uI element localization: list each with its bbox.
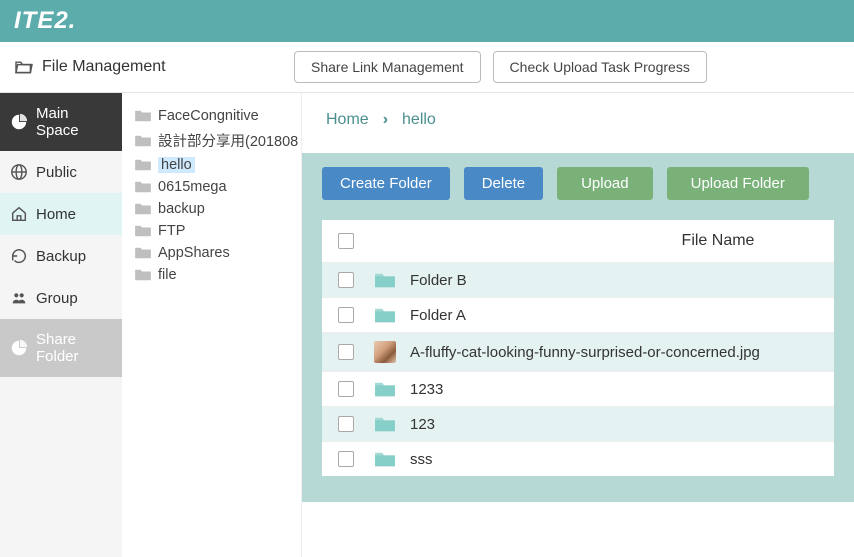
secondary-bar: File Management Share Link Management Ch… <box>0 42 854 92</box>
file-name: A-fluffy-cat-looking-funny-surprised-or-… <box>410 344 760 361</box>
sidebar-item-public[interactable]: Public <box>0 151 122 193</box>
tree-item-selected[interactable]: hello <box>130 154 301 176</box>
folder-icon <box>374 271 396 289</box>
sidebar-item-label: Share Folder <box>36 331 112 365</box>
tree-item[interactable]: backup <box>130 198 301 220</box>
sidebar-item-backup[interactable]: Backup <box>0 235 122 277</box>
file-table: File Name Folder B Folder A A-fluffy-cat-l… <box>322 220 834 476</box>
tree-item-label: file <box>158 267 177 283</box>
row-checkbox[interactable] <box>338 451 354 467</box>
folder-icon <box>134 134 152 148</box>
tree-item-label: hello <box>158 157 195 173</box>
group-icon <box>10 289 28 307</box>
row-checkbox[interactable] <box>338 344 354 360</box>
tree-item[interactable]: FaceCongnitive <box>130 105 301 127</box>
table-row[interactable]: Folder B <box>322 262 834 297</box>
row-checkbox[interactable] <box>338 307 354 323</box>
sidebar-item-label: Home <box>36 206 76 223</box>
sidebar-nav: Main Space Public Home Backup Group Shar… <box>0 93 122 557</box>
share-link-mgmt-button[interactable]: Share Link Management <box>294 51 481 83</box>
sidebar-item-share-folder[interactable]: Share Folder <box>0 319 122 377</box>
tree-item-label: backup <box>158 201 205 217</box>
folder-icon <box>374 415 396 433</box>
pie-icon <box>10 113 28 131</box>
sidebar-item-home[interactable]: Home <box>0 193 122 235</box>
row-checkbox[interactable] <box>338 272 354 288</box>
row-checkbox[interactable] <box>338 381 354 397</box>
check-upload-progress-button[interactable]: Check Upload Task Progress <box>493 51 707 83</box>
upload-button[interactable]: Upload <box>557 167 653 200</box>
breadcrumb-home[interactable]: Home <box>326 111 369 129</box>
globe-icon <box>10 163 28 181</box>
folder-icon <box>374 450 396 468</box>
file-name: sss <box>410 451 433 468</box>
table-row[interactable]: 123 <box>322 406 834 441</box>
folder-icon <box>134 180 152 194</box>
sidebar-item-group[interactable]: Group <box>0 277 122 319</box>
folder-icon <box>374 380 396 398</box>
brand-logo: ITE2. <box>14 7 76 35</box>
folder-tree: FaceCongnitive 設計部分享用(201808 hello 0615m… <box>122 93 302 557</box>
chevron-right-icon: › <box>383 111 388 129</box>
sidebar-item-label: Group <box>36 290 78 307</box>
tree-item-label: 設計部分享用(201808 <box>158 130 298 151</box>
action-panel: Create Folder Delete Upload Upload Folde… <box>302 153 854 502</box>
sidebar-item-label: Public <box>36 164 77 181</box>
file-name: Folder A <box>410 307 466 324</box>
table-row[interactable]: sss <box>322 441 834 476</box>
table-row[interactable]: A-fluffy-cat-looking-funny-surprised-or-… <box>322 332 834 371</box>
folder-icon <box>134 202 152 216</box>
top-bar: ITE2. <box>0 0 854 42</box>
file-name: 123 <box>410 416 435 433</box>
tree-item-label: FTP <box>158 223 185 239</box>
folder-open-icon <box>14 59 34 75</box>
table-header: File Name <box>322 220 834 262</box>
sidebar-item-label: Main Space <box>36 105 112 139</box>
image-thumbnail <box>374 341 396 363</box>
tree-item[interactable]: 0615mega <box>130 176 301 198</box>
folder-icon <box>134 158 152 172</box>
page-title-text: File Management <box>42 58 166 76</box>
content-area: Home › hello Create Folder Delete Upload… <box>302 93 854 557</box>
backup-icon <box>10 247 28 265</box>
tree-item[interactable]: 設計部分享用(201808 <box>130 127 301 154</box>
tree-item-label: AppShares <box>158 245 230 261</box>
folder-icon <box>134 109 152 123</box>
tree-item-label: FaceCongnitive <box>158 108 259 124</box>
tree-item-label: 0615mega <box>158 179 227 195</box>
tree-item[interactable]: FTP <box>130 220 301 242</box>
page-title: File Management <box>14 58 294 76</box>
home-icon <box>10 205 28 223</box>
folder-icon <box>134 224 152 238</box>
pie-icon <box>10 339 28 357</box>
create-folder-button[interactable]: Create Folder <box>322 167 450 200</box>
action-buttons: Create Folder Delete Upload Upload Folde… <box>322 167 834 200</box>
main-row: Main Space Public Home Backup Group Shar… <box>0 92 854 557</box>
sidebar-item-main-space[interactable]: Main Space <box>0 93 122 151</box>
folder-icon <box>374 306 396 324</box>
file-name: 1233 <box>410 381 443 398</box>
table-row[interactable]: 1233 <box>322 371 834 406</box>
row-checkbox[interactable] <box>338 416 354 432</box>
breadcrumb-current[interactable]: hello <box>402 111 436 129</box>
table-row[interactable]: Folder A <box>322 297 834 332</box>
upload-folder-button[interactable]: Upload Folder <box>667 167 809 200</box>
column-header-name[interactable]: File Name <box>378 232 818 250</box>
tree-item[interactable]: file <box>130 264 301 286</box>
folder-icon <box>134 246 152 260</box>
sidebar-item-label: Backup <box>36 248 86 265</box>
delete-button[interactable]: Delete <box>464 167 543 200</box>
tree-item[interactable]: AppShares <box>130 242 301 264</box>
folder-icon <box>134 268 152 282</box>
select-all-checkbox[interactable] <box>338 233 354 249</box>
file-name: Folder B <box>410 272 467 289</box>
breadcrumb: Home › hello <box>302 93 854 153</box>
